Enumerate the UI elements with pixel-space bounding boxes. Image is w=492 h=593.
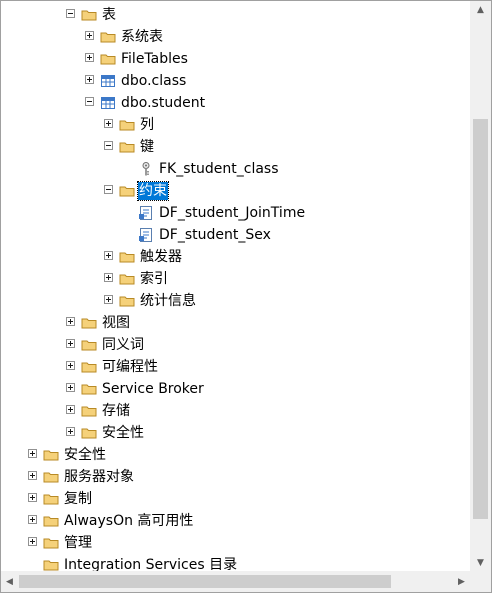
expand-toggle[interactable] [28,515,37,524]
tree-node-label[interactable]: 约束 [137,181,169,201]
object-explorer-window: 表 系统表 FileTables dbo.class dbo.student 列… [0,0,492,593]
folder-icon [119,293,135,309]
expand-toggle[interactable] [66,383,75,392]
expand-toggle[interactable] [66,339,75,348]
folder-icon [43,469,59,485]
tree-node-label[interactable]: 复制 [63,488,93,510]
tree-node-label[interactable]: 表 [101,4,117,26]
scroll-right-button[interactable]: ▶ [453,571,470,592]
folder-icon [81,7,97,23]
expand-toggle[interactable] [66,317,75,326]
tree-node-label[interactable]: AlwaysOn 高可用性 [63,510,194,532]
tree-node-label[interactable]: 视图 [101,312,131,334]
tree-node-label[interactable]: 系统表 [120,26,164,48]
tree-node-label[interactable]: 可编程性 [101,356,159,378]
tree-node-label[interactable]: DF_student_JoinTime [158,202,306,224]
tree-node-label[interactable]: 索引 [139,268,169,290]
expand-toggle[interactable] [66,405,75,414]
expand-toggle[interactable] [66,361,75,370]
tree-node-label[interactable]: 同义词 [101,334,145,356]
constraint-icon [138,227,154,243]
constraint-icon [138,205,154,221]
tree-node-label[interactable]: 安全性 [101,422,145,444]
folder-icon [43,535,59,551]
folder-icon [81,425,97,441]
folder-icon [81,359,97,375]
tree-node-label[interactable]: Service Broker [101,378,205,400]
tree-node-label[interactable]: 管理 [63,532,93,554]
tree-node-label[interactable]: DF_student_Sex [158,224,272,246]
tree-node-label[interactable]: 列 [139,114,155,136]
key-icon [138,161,154,177]
horizontal-scrollbar[interactable]: ◀ ▶ [1,571,470,592]
scroll-left-button[interactable]: ◀ [1,571,18,592]
vertical-scroll-thumb[interactable] [473,119,488,519]
scrollbar-corner [470,571,491,592]
table-icon [100,95,116,111]
folder-icon [100,29,116,45]
folder-icon [81,315,97,331]
scroll-down-button[interactable]: ▼ [470,554,491,571]
tree-node-label[interactable]: 服务器对象 [63,466,135,488]
folder-icon [119,271,135,287]
expand-toggle[interactable] [66,427,75,436]
folder-icon [119,249,135,265]
vertical-scrollbar[interactable]: ▲ ▼ [470,1,491,571]
table-icon [100,73,116,89]
collapse-toggle[interactable] [104,185,113,194]
tree-node-label[interactable]: 存储 [101,400,131,422]
object-explorer-tree: 表 系统表 FileTables dbo.class dbo.student 列… [1,1,470,571]
horizontal-scroll-thumb[interactable] [19,575,391,588]
expand-toggle[interactable] [104,119,113,128]
folder-icon [100,51,116,67]
folder-icon [43,557,59,571]
tree-node-label[interactable]: 安全性 [63,444,107,466]
collapse-toggle[interactable] [104,141,113,150]
folder-icon [43,447,59,463]
folder-icon [81,403,97,419]
folder-icon [43,491,59,507]
expand-toggle[interactable] [85,53,94,62]
collapse-toggle[interactable] [66,9,75,18]
folder-icon [119,117,135,133]
expand-toggle[interactable] [28,471,37,480]
tree-node-label[interactable]: FK_student_class [158,158,280,180]
folder-icon [81,381,97,397]
expand-toggle[interactable] [104,251,113,260]
folder-icon [43,513,59,529]
tree-node-label[interactable]: 触发器 [139,246,183,268]
folder-icon [119,183,135,199]
expand-toggle[interactable] [104,273,113,282]
tree-node-label[interactable]: FileTables [120,48,189,70]
tree-node-label[interactable]: dbo.student [120,92,206,114]
scroll-up-button[interactable]: ▲ [470,1,491,18]
folder-icon [119,139,135,155]
tree-node-label[interactable]: 统计信息 [139,290,197,312]
expand-toggle[interactable] [85,75,94,84]
expand-toggle[interactable] [28,537,37,546]
tree-node-label[interactable]: dbo.class [120,70,187,92]
tree-node-label[interactable]: Integration Services 目录 [63,554,238,571]
collapse-toggle[interactable] [85,97,94,106]
expand-toggle[interactable] [28,449,37,458]
expand-toggle[interactable] [104,295,113,304]
folder-icon [81,337,97,353]
tree-node-label[interactable]: 键 [139,136,155,158]
expand-toggle[interactable] [28,493,37,502]
expand-toggle[interactable] [85,31,94,40]
